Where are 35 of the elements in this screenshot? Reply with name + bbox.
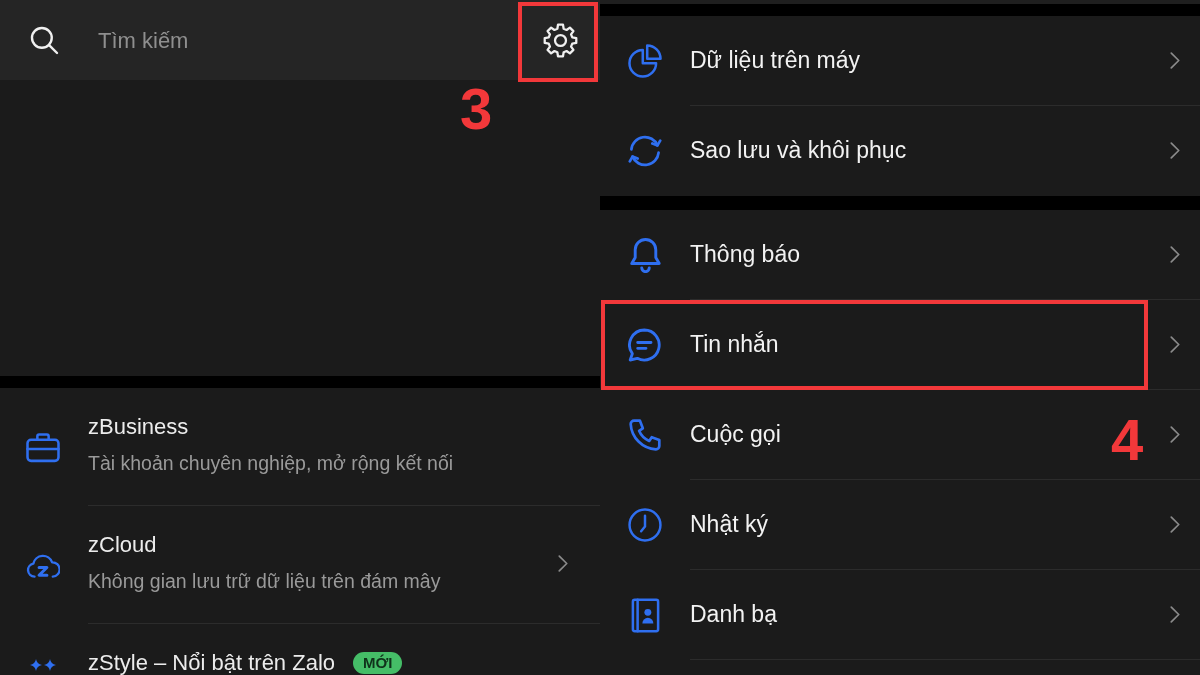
contacts-book-icon <box>630 597 660 633</box>
settings-item[interactable]: Sao lưu và khôi phục <box>600 106 1200 196</box>
item-title: zCloud <box>88 533 157 557</box>
chevron-icon <box>1170 606 1180 623</box>
chevron-icon <box>1170 142 1180 159</box>
bell-icon <box>629 237 661 273</box>
pie-chart-icon <box>628 44 662 78</box>
settings-item[interactable]: Dữ liệu trên máy <box>600 16 1200 106</box>
settings-item[interactable]: Thông báo <box>600 210 1200 300</box>
phone-icon <box>629 419 661 451</box>
briefcase-icon <box>26 431 60 463</box>
item-subtitle: Tài khoản chuyên nghiệp, mở rộng kết nối <box>88 451 455 475</box>
item-title: zBusiness <box>88 415 189 439</box>
chevron-icon <box>1170 246 1180 263</box>
settings-icon <box>542 22 578 58</box>
sparkle-icon <box>30 658 56 672</box>
step-number: 3 <box>460 80 493 138</box>
settings-item[interactable]: Tin nhắn <box>600 300 1200 390</box>
chevron-icon <box>1170 516 1180 533</box>
search-field[interactable]: Tìm kiếm <box>98 24 520 56</box>
list-item[interactable]: zStyle – Nổi bật trên Zalo MỚI <box>0 624 600 675</box>
search-bar[interactable]: Tìm kiếm <box>0 0 520 80</box>
clock-icon <box>628 508 662 542</box>
step-number: 4 <box>1111 411 1144 469</box>
sync-icon <box>628 135 662 167</box>
search-icon <box>30 25 59 55</box>
settings-item[interactable]: Danh bạ <box>600 570 1200 660</box>
new-badge: MỚI <box>353 652 403 674</box>
chevron-icon <box>1170 52 1180 69</box>
chevron-icon <box>1170 336 1180 353</box>
chat-bubble-icon <box>628 328 662 362</box>
chevron-icon <box>1170 426 1180 443</box>
settings-item[interactable]: Nhật ký <box>600 480 1200 570</box>
item-title: zStyle – Nổi bật trên Zalo <box>88 651 335 675</box>
item-subtitle: Không gian lưu trữ dữ liệu trên đám mây <box>88 569 442 593</box>
